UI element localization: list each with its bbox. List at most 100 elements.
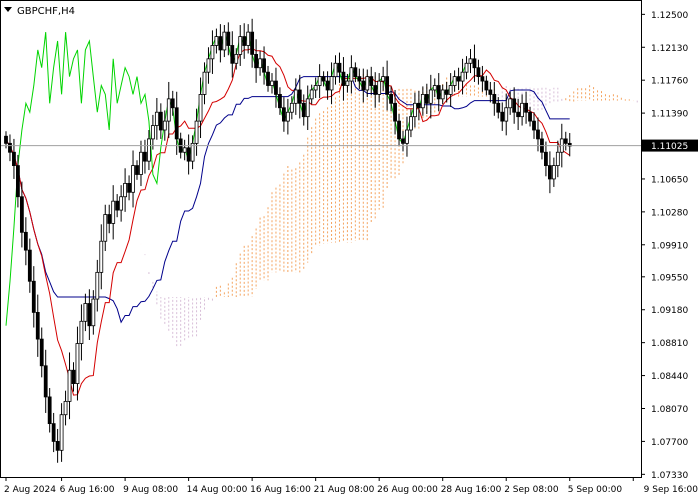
price-tick-label: 1.10280 [651, 208, 688, 218]
candle-body [452, 76, 457, 86]
symbol-timeframe-label: GBPCHF,H4 [17, 6, 75, 17]
candle-body [333, 62, 338, 78]
candle-body [206, 58, 211, 73]
candle-body [456, 76, 461, 82]
candle-body [87, 303, 92, 327]
candle-body [464, 62, 469, 73]
candle-body [250, 31, 255, 55]
candle-body [154, 111, 159, 126]
candle-body [202, 71, 207, 95]
candle-body [194, 120, 199, 144]
candle-body [512, 98, 517, 113]
price-tick-label: 1.08810 [651, 339, 688, 349]
candle-body [135, 165, 139, 175]
candle-body [488, 89, 493, 95]
candle-body [119, 196, 124, 211]
candle-body [544, 151, 548, 166]
candle-body [39, 338, 44, 367]
candle-body [413, 102, 417, 118]
chart-area[interactable]: 1.12500 1.12130 1.11760 1.11390 1.10650 1.102… [0, 0, 700, 500]
time-tick-label: 2 Aug 2024 [4, 485, 56, 495]
candle-body [234, 53, 239, 64]
candle-body [480, 76, 485, 82]
last-price-tag: 1.11025 [642, 139, 698, 152]
candle-body [496, 102, 501, 113]
candle-body [103, 214, 108, 242]
candle-body [524, 102, 528, 113]
candle-body [369, 76, 374, 86]
candle-body [55, 441, 60, 451]
candle-body [361, 80, 366, 91]
candle-body [285, 111, 290, 122]
candle-body [214, 36, 219, 46]
price-tick-label: 1.12130 [651, 44, 688, 54]
price-tick-label: 1.10650 [651, 175, 688, 185]
candle-body [12, 151, 16, 166]
candle-body [528, 111, 532, 122]
candle-body [460, 71, 465, 82]
candle-body [563, 138, 568, 144]
price-tick-label: 1.08070 [651, 405, 688, 415]
candle-body [99, 240, 104, 273]
price-tick-label: 1.09910 [651, 241, 688, 251]
price-tick-label: 1.09180 [651, 306, 688, 316]
candle-body [242, 36, 247, 46]
price-tick-label: 1.07330 [651, 471, 688, 481]
time-tick-label: 14 Aug 00:00 [187, 485, 248, 495]
price-chart[interactable]: 1.12500 1.12130 1.11760 1.11390 1.10650 1.102… [0, 0, 700, 500]
candle-body [341, 71, 346, 86]
candle-body [532, 120, 536, 131]
candle-body [337, 62, 342, 73]
candle-body [35, 312, 40, 340]
candle-body [27, 249, 32, 282]
candle-body [174, 107, 179, 140]
candle-body [436, 85, 441, 100]
candle-body [162, 120, 167, 131]
time-tick-label: 21 Aug 08:00 [314, 485, 375, 495]
candle-body [238, 36, 243, 55]
candle-body [389, 94, 393, 104]
candle-body [166, 98, 171, 122]
candle-body [313, 85, 318, 91]
candle-body [325, 80, 330, 91]
candle-body [468, 58, 473, 64]
time-tick-label: 9 Sep 16:00 [644, 485, 699, 495]
candle-body [317, 76, 322, 86]
candle-body [222, 31, 227, 51]
candle-body [293, 89, 298, 104]
candle-body [258, 58, 262, 69]
candle-body [91, 298, 96, 327]
candle-body [254, 53, 259, 69]
price-tick-label: 1.11390 [651, 110, 688, 120]
candle-body [365, 76, 370, 91]
candle-body [16, 165, 20, 198]
candle-body [198, 94, 203, 122]
candle-body [150, 125, 155, 140]
candle-body [8, 142, 12, 153]
candle-body [353, 67, 358, 78]
candle-body [111, 200, 116, 224]
candle-body [345, 80, 350, 86]
candle-body [147, 138, 151, 162]
candle-body [309, 89, 314, 100]
candle-body [158, 111, 163, 131]
candle-body [107, 214, 112, 224]
candle-body [547, 165, 552, 180]
candle-body [43, 365, 48, 398]
candle-body [266, 71, 270, 86]
candle-body [59, 414, 64, 451]
candle-body [385, 76, 390, 95]
candle-body [321, 76, 326, 82]
candle-body [393, 102, 397, 122]
candle-body [186, 147, 191, 162]
candle-body [281, 107, 286, 122]
candle-body [516, 111, 521, 118]
candle-body [432, 85, 437, 91]
candle-body [75, 343, 80, 384]
candle-body [71, 369, 76, 384]
time-tick-label: 9 Aug 08:00 [123, 485, 178, 495]
candle-body [424, 94, 429, 104]
candle-body [274, 80, 278, 95]
candle-body [115, 200, 120, 211]
candle-body [444, 89, 449, 95]
